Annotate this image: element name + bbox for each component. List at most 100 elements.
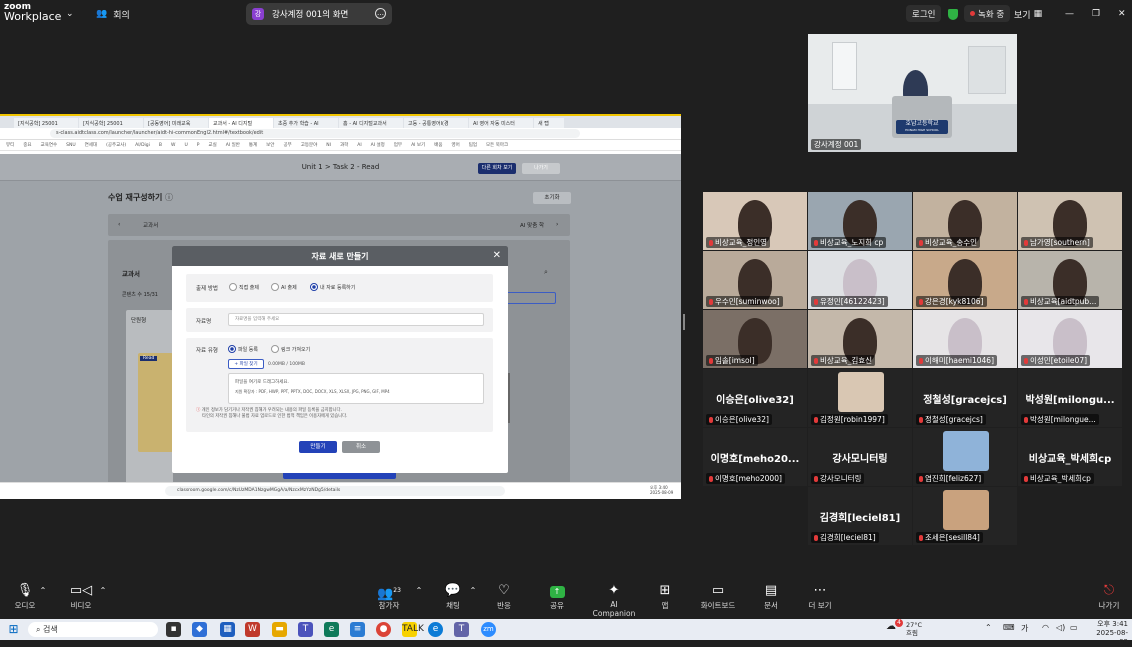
calculator-icon[interactable]: ▦ — [220, 622, 235, 637]
chrome-icon[interactable]: ● — [376, 622, 391, 637]
bookmark-item[interactable]: U — [184, 143, 187, 148]
participant-tile[interactable]: 남가영[southern] — [1018, 192, 1122, 250]
bookmark-item[interactable]: 고등분야 — [301, 142, 318, 148]
next-arrow-icon[interactable]: › — [556, 221, 558, 228]
bookmark-item[interactable]: P — [197, 143, 200, 148]
browser-tab[interactable]: 홈 - AI 디지털교과서 — [339, 118, 403, 128]
scrollbar[interactable] — [508, 373, 510, 423]
ime-indicator[interactable]: 가 — [1021, 623, 1028, 634]
meetings-tab[interactable]: 👥 회의 — [96, 0, 130, 28]
kakaotalk-icon[interactable]: TALK — [402, 622, 424, 637]
participant-tile[interactable]: 비상교육_노지희 cp — [808, 192, 912, 250]
bookmark-item[interactable]: 업무 — [394, 142, 402, 148]
zoom-taskbar-icon[interactable]: zm — [481, 622, 496, 637]
participant-tile[interactable]: 비상교육_박세희cp 비상교육_박세희cp — [1018, 428, 1122, 486]
bookmark-item[interactable]: 배움 — [434, 142, 442, 148]
browser-tab[interactable]: [공동영어] 미래교육 — [144, 118, 208, 128]
participant-tile[interactable]: 강은경[kyk8106] — [913, 251, 1017, 309]
bookmark-item[interactable]: 중요 — [23, 142, 31, 148]
copilot-icon[interactable]: ◆ — [192, 622, 207, 637]
browser-tab[interactable]: 초중 추가 학습 - AI — [274, 118, 338, 128]
restore-icon[interactable]: ❐ — [1092, 0, 1100, 28]
teams-work-icon[interactable]: T — [454, 622, 469, 637]
close-icon[interactable]: ✕ — [493, 250, 501, 261]
participant-tile[interactable]: 이성민[etoile07] — [1018, 310, 1122, 368]
bookmark-item[interactable]: 연세대 — [85, 142, 97, 148]
participant-tile[interactable]: 김정원[robin1997] — [808, 369, 912, 427]
bookmark-item[interactable]: AI 보기 — [411, 142, 425, 148]
reset-button[interactable]: 초기화 — [533, 192, 571, 204]
radio-direct[interactable]: 직접 출제 — [229, 283, 259, 291]
bookmark-item[interactable]: 보안 — [266, 142, 274, 148]
minimize-icon[interactable]: — — [1065, 0, 1074, 28]
bookmark-item[interactable]: 공부 — [283, 142, 291, 148]
bookmark-item[interactable]: SNU — [66, 143, 76, 148]
bookmark-item[interactable]: 영어 — [451, 142, 459, 148]
battery-icon[interactable]: ▭ — [1070, 623, 1078, 632]
edge-icon[interactable]: e — [428, 622, 443, 637]
url-field[interactable]: s-class.aidtclass.com/launcher/launcher/… — [50, 129, 580, 138]
other-session-button[interactable]: 다른 회차 보기 — [478, 163, 516, 174]
participant-tile[interactable]: 김경희[leciel81] 김경희[leciel81] — [808, 487, 912, 545]
prev-arrow-icon[interactable]: ‹ — [118, 221, 120, 228]
participant-tile[interactable]: 조세은[sesill84] — [913, 487, 1017, 545]
notepad-icon[interactable]: ≡ — [350, 622, 365, 637]
bookmark-item[interactable]: 교실 — [208, 142, 216, 148]
keyboard-icon[interactable]: ⌨ — [1003, 623, 1015, 632]
windows-start-icon[interactable]: ⊞ — [6, 622, 21, 637]
bookmark-item[interactable]: AI 일반 — [226, 142, 240, 148]
bookmark-item[interactable]: AI 설정 — [371, 142, 385, 148]
radio-my-material[interactable]: 내 자료 등록하기 — [310, 283, 355, 291]
radio-link[interactable]: 링크 가져오기 — [271, 345, 310, 353]
bookmark-item[interactable]: (공주교사) — [106, 142, 126, 148]
bottom-url[interactable]: classroom.google.com/c/NzUzMDA1NzgwMGgA/… — [165, 486, 505, 496]
task-view-icon[interactable]: ▪ — [166, 622, 181, 637]
participant-tile[interactable]: 비상교육[aidtpub... — [1018, 251, 1122, 309]
participant-tile[interactable]: 이승은[olive32] 이승은[olive32] — [703, 369, 807, 427]
chevron-up-icon[interactable]: ⌃ — [96, 580, 110, 616]
tab-ai[interactable]: AI 맞춤 학 — [520, 221, 544, 229]
search-icon[interactable]: ⌕ — [544, 268, 548, 277]
bookmark-item[interactable]: 모든 북마크 — [486, 142, 508, 148]
participant-tile[interactable]: 박성원[milongu... 박성원[milongue... — [1018, 369, 1122, 427]
bookmark-item[interactable]: 과학 — [340, 142, 348, 148]
reactions-button[interactable]: ♡ 반응 — [479, 580, 529, 616]
browser-tab[interactable]: [지식공학] 25001 — [79, 118, 143, 128]
participant-tile[interactable]: 유정민[46122423] — [808, 251, 912, 309]
participant-tile[interactable]: 염진희[feliz627] — [913, 428, 1017, 486]
bookmark-item[interactable]: AI/Digi — [135, 143, 150, 148]
taskbar-clock[interactable]: 오후 3:41 2025-08-09 — [1088, 620, 1128, 647]
chevron-up-icon[interactable]: ⌃ — [412, 580, 426, 616]
recording-indicator[interactable]: 녹화 중 — [964, 5, 1011, 22]
teams-icon[interactable]: T — [298, 622, 313, 637]
share-title-pill[interactable]: 강 강사계정 001의 화면 … — [246, 3, 392, 25]
main-video[interactable]: 호남고등학교 HONAM HIGH SCHOOL 강사계정 001 — [808, 34, 1017, 152]
drop-zone[interactable]: 파일을 여기로 드래그하세요. 지원 확장자 : PDF, HWP, PPT, … — [228, 373, 484, 404]
chevron-down-icon[interactable]: ⌄ — [66, 0, 74, 28]
apps-button[interactable]: ⊞ 앱 — [640, 580, 690, 616]
create-button[interactable]: 만들기 — [299, 441, 337, 453]
wifi-icon[interactable]: ◠ — [1042, 623, 1049, 632]
split-handle[interactable] — [683, 314, 685, 330]
exit-button[interactable]: 나가기 — [522, 163, 560, 174]
more-icon[interactable]: … — [375, 8, 386, 19]
ai-companion-button[interactable]: ✦ AI Companion — [588, 580, 640, 618]
bookmark-item[interactable]: AI — [357, 143, 361, 148]
participant-tile[interactable]: 이해미[haemi1046] — [913, 310, 1017, 368]
folder-icon[interactable]: ▬ — [272, 622, 287, 637]
participant-tile[interactable]: 비상교육_정인영 — [703, 192, 807, 250]
browser-tab[interactable]: 고등 - 공통영어I(경 — [404, 118, 468, 128]
bookmark-item[interactable]: B — [159, 143, 162, 148]
bookmark-item[interactable]: 뷰티 — [6, 142, 14, 148]
name-input[interactable]: 자료명을 입력해 주세요 — [228, 313, 484, 326]
bookmark-item[interactable]: NI — [326, 143, 331, 148]
participants-button[interactable]: 👥23 참가자 — [364, 580, 414, 616]
browser-tab-active[interactable]: 교과서 - AI 디지털 — [209, 118, 273, 128]
taskbar-search[interactable]: ⌕ 검색 — [28, 622, 158, 637]
bookmark-item[interactable]: 통계 — [249, 142, 257, 148]
find-file-button[interactable]: + 파일 찾기 — [228, 359, 264, 369]
bookmark-item[interactable]: 팀업 — [469, 142, 477, 148]
share-button[interactable]: ↑ 공유 — [532, 580, 582, 616]
radio-ai[interactable]: AI 출제 — [271, 283, 297, 291]
browser-tab[interactable]: 새 탭 — [534, 118, 564, 128]
